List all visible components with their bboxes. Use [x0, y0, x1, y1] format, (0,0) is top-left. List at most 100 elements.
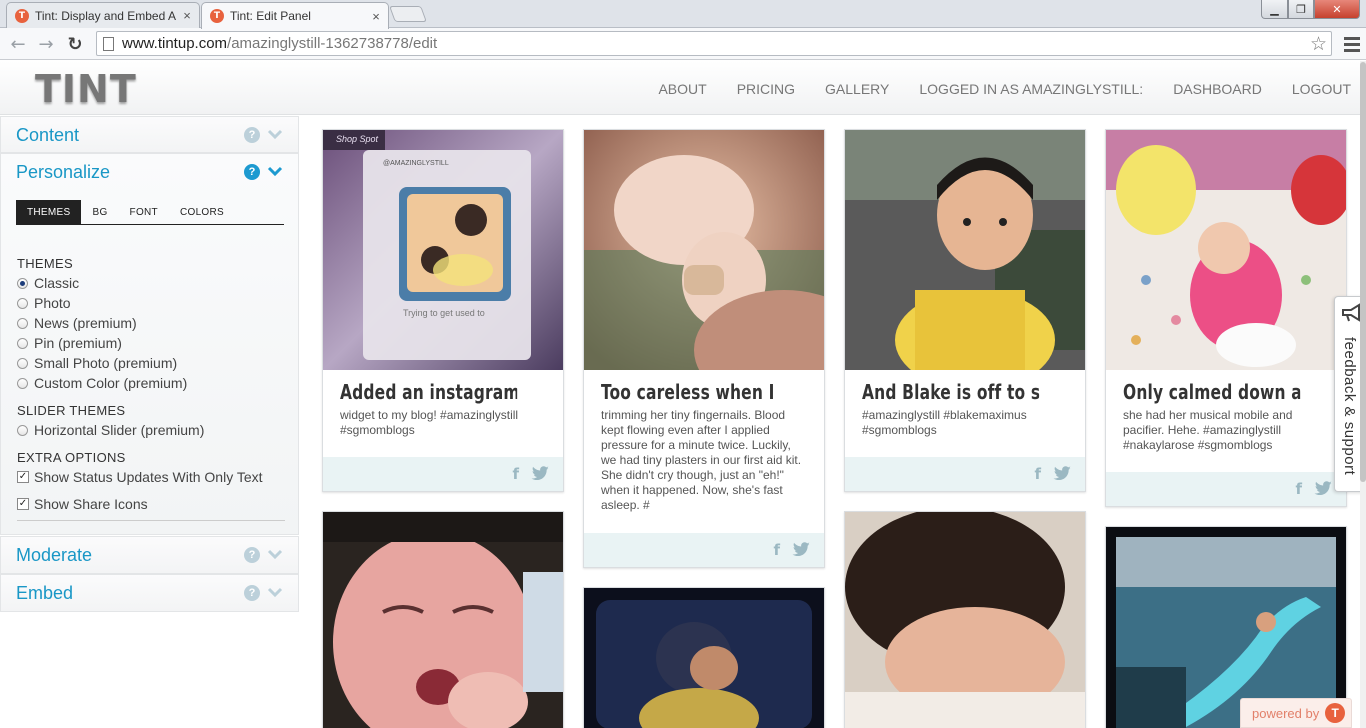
- slider-label: Horizontal Slider (premium): [34, 422, 205, 438]
- section-embed[interactable]: Embed ?: [0, 574, 299, 612]
- tab-colors[interactable]: COLORS: [169, 200, 235, 224]
- nav-pricing[interactable]: PRICING: [737, 81, 795, 97]
- option-share-icons[interactable]: ✓ Show Share Icons: [17, 494, 287, 514]
- theme-label: Pin (premium): [34, 335, 122, 351]
- post-photo[interactable]: [845, 130, 1085, 370]
- chevron-down-icon[interactable]: [267, 127, 283, 141]
- radio-selected[interactable]: [17, 277, 28, 289]
- twitter-icon[interactable]: [792, 542, 811, 557]
- tab-font[interactable]: FONT: [119, 200, 169, 224]
- scrollbar-thumb[interactable]: [1360, 62, 1366, 482]
- post-title: Only calmed down after: [1123, 380, 1300, 404]
- section-personalize-header[interactable]: Personalize ?: [1, 154, 298, 190]
- theme-option-classic[interactable]: Classic: [17, 273, 287, 293]
- extra-options-heading: EXTRA OPTIONS: [17, 449, 126, 465]
- radio[interactable]: [17, 357, 28, 369]
- facebook-icon[interactable]: f: [512, 465, 519, 483]
- theme-label: Custom Color (premium): [34, 375, 188, 391]
- help-icon[interactable]: ?: [244, 164, 260, 180]
- facebook-icon[interactable]: f: [1034, 465, 1041, 483]
- post-text: trimming her tiny fingernails. Blood kep…: [601, 408, 802, 512]
- section-content[interactable]: Content ?: [0, 116, 299, 153]
- help-icon[interactable]: ?: [244, 585, 260, 601]
- post-card[interactable]: And Blake is off to school! #amazinglyst…: [844, 129, 1086, 492]
- url-host: www.tintup.com: [122, 35, 228, 52]
- minimize-window-icon[interactable]: ▁: [1261, 0, 1288, 19]
- post-card[interactable]: [844, 511, 1086, 728]
- tab-bg[interactable]: BG: [81, 200, 118, 224]
- post-card[interactable]: Only calmed down after she had her music…: [1105, 129, 1347, 507]
- section-content-header[interactable]: Content ?: [1, 117, 298, 153]
- browser-menu-icon[interactable]: [1344, 34, 1360, 54]
- slider-option-horizontal[interactable]: Horizontal Slider (premium): [17, 420, 287, 440]
- maximize-window-icon[interactable]: ❐: [1288, 0, 1314, 19]
- radio[interactable]: [17, 317, 28, 329]
- theme-option-small-photo[interactable]: Small Photo (premium): [17, 353, 287, 373]
- section-embed-header[interactable]: Embed ?: [1, 575, 298, 611]
- theme-option-news[interactable]: News (premium): [17, 313, 287, 333]
- theme-option-photo[interactable]: Photo: [17, 293, 287, 313]
- bookmark-star-icon[interactable]: ☆: [1310, 33, 1327, 55]
- powered-by-badge[interactable]: powered by T: [1240, 698, 1352, 728]
- post-photo[interactable]: [845, 512, 1085, 728]
- twitter-icon[interactable]: [531, 466, 550, 481]
- facebook-icon[interactable]: f: [773, 541, 780, 559]
- post-text: widget to my blog! #amazinglystill #sgmo…: [340, 408, 519, 437]
- post-body: Too careless when I was trimming her tin…: [584, 370, 824, 513]
- section-moderate[interactable]: Moderate ?: [0, 536, 299, 574]
- tab-themes[interactable]: THEMES: [16, 200, 82, 224]
- twitter-icon[interactable]: [1053, 466, 1072, 481]
- browser-tab-bar: T Tint: Display and Embed A × T Tint: Ed…: [0, 0, 1366, 29]
- post-photo[interactable]: [1106, 130, 1346, 370]
- post-photo[interactable]: [584, 588, 824, 728]
- post-photo[interactable]: [584, 130, 824, 370]
- personalize-tabs: THEMES BG FONT COLORS: [16, 200, 284, 225]
- theme-option-pin[interactable]: Pin (premium): [17, 333, 287, 353]
- tint-logo[interactable]: TINT: [35, 67, 137, 111]
- post-photo[interactable]: [323, 512, 563, 728]
- nav-logged-in-as: LOGGED IN AS AMAZINGLYSTILL:: [919, 81, 1144, 97]
- post-card[interactable]: Shop Spot @AMAZINGLYSTILL Trying to get …: [322, 129, 564, 492]
- nav-about[interactable]: ABOUT: [658, 81, 706, 97]
- post-card[interactable]: Too careless when I was trimming her tin…: [583, 129, 825, 568]
- post-card[interactable]: [583, 587, 825, 728]
- forward-arrow-icon[interactable]: →: [34, 32, 58, 56]
- tab-close-icon[interactable]: ×: [368, 9, 384, 24]
- radio[interactable]: [17, 337, 28, 349]
- new-tab-button[interactable]: [389, 6, 427, 22]
- tab-title: Tint: Display and Embed A: [35, 8, 176, 23]
- section-moderate-header[interactable]: Moderate ?: [1, 537, 298, 573]
- nav-dashboard[interactable]: DASHBOARD: [1173, 81, 1262, 97]
- twitter-icon[interactable]: [1314, 481, 1333, 496]
- share-bar: f: [845, 457, 1085, 491]
- radio[interactable]: [17, 424, 28, 436]
- address-bar[interactable]: www.tintup.com/amazinglystill-1362738778…: [96, 31, 1332, 56]
- post-card[interactable]: [322, 511, 564, 728]
- help-icon[interactable]: ?: [244, 127, 260, 143]
- radio[interactable]: [17, 297, 28, 309]
- chevron-down-icon[interactable]: [267, 547, 283, 561]
- theme-option-custom-color[interactable]: Custom Color (premium): [17, 373, 287, 393]
- checkbox-checked[interactable]: ✓: [17, 471, 29, 483]
- help-icon[interactable]: ?: [244, 547, 260, 563]
- back-arrow-icon[interactable]: ←: [6, 32, 30, 56]
- close-window-icon[interactable]: ✕: [1314, 0, 1360, 19]
- checkbox-checked[interactable]: ✓: [17, 498, 29, 510]
- browser-tab-display-embed[interactable]: T Tint: Display and Embed A ×: [6, 2, 200, 28]
- nav-gallery[interactable]: GALLERY: [825, 81, 889, 97]
- section-content-title: Content: [16, 124, 80, 145]
- divider: [17, 520, 285, 521]
- post-photo[interactable]: Shop Spot @AMAZINGLYSTILL Trying to get …: [323, 130, 563, 370]
- browser-tab-edit-panel[interactable]: T Tint: Edit Panel ×: [201, 2, 389, 29]
- tab-close-icon[interactable]: ×: [179, 8, 195, 23]
- option-status-updates-text[interactable]: ✓ Show Status Updates With Only Text: [17, 467, 287, 487]
- section-embed-title: Embed: [16, 582, 74, 603]
- radio[interactable]: [17, 377, 28, 389]
- top-nav: ABOUT PRICING GALLERY LOGGED IN AS AMAZI…: [658, 81, 1351, 97]
- facebook-icon[interactable]: f: [1295, 480, 1302, 498]
- chevron-down-icon[interactable]: [267, 585, 283, 599]
- nav-logout[interactable]: LOGOUT: [1292, 81, 1351, 97]
- photo-caption-text: Trying to get used to: [403, 308, 485, 318]
- chevron-down-icon[interactable]: [267, 164, 283, 178]
- reload-icon[interactable]: ↻: [63, 32, 87, 56]
